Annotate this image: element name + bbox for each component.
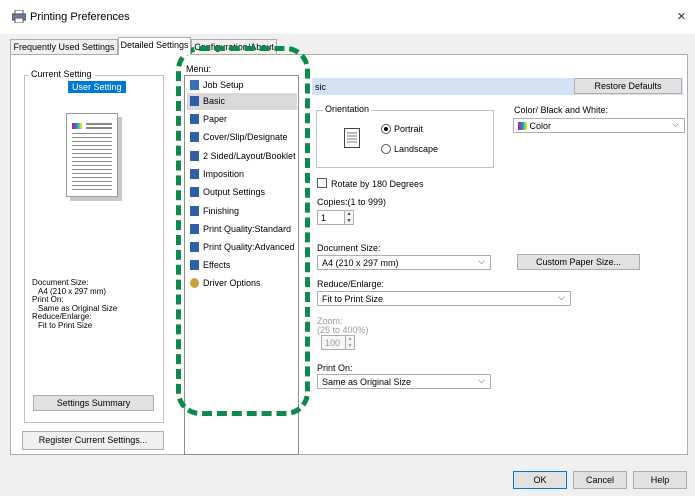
rotate-180-checkbox[interactable] — [317, 178, 327, 188]
portrait-page-icon — [344, 128, 360, 148]
printer-icon — [12, 10, 26, 23]
color-bw-label: Color/ Black and White: — [514, 105, 609, 115]
ok-button[interactable]: OK — [513, 471, 567, 489]
summary-reduce-value: Fit to Print Size — [38, 320, 93, 330]
chevron-down-icon: ⌵ — [478, 375, 485, 385]
orientation-group — [316, 110, 494, 168]
chevron-down-icon: ⌵ — [558, 292, 565, 302]
tab-frequently-used[interactable]: Frequently Used Settings — [10, 39, 118, 54]
cancel-button[interactable]: Cancel — [573, 471, 627, 489]
register-current-settings-button[interactable]: Register Current Settings... — [22, 431, 164, 450]
close-icon[interactable]: × — [677, 8, 686, 25]
color-select[interactable]: Color ⌵ — [513, 118, 685, 133]
document-preview-icon — [66, 113, 124, 201]
color-icon — [518, 122, 527, 130]
help-button[interactable]: Help — [633, 471, 687, 489]
copies-label: Copies:(1 to 999) — [317, 197, 387, 207]
current-setting-label: Current Setting — [29, 69, 94, 79]
document-size-select[interactable]: A4 (210 x 297 mm) ⌵ — [317, 255, 491, 270]
color-value: Color — [529, 121, 552, 131]
basic-header-label: sic — [315, 82, 326, 92]
window-title: Printing Preferences — [30, 11, 130, 23]
zoom-spinner[interactable]: ▲ ▼ — [345, 335, 355, 350]
tab-detailed-settings[interactable]: Detailed Settings — [118, 37, 191, 55]
landscape-radio[interactable] — [381, 144, 391, 154]
portrait-label: Portrait — [394, 124, 424, 134]
orientation-label: Orientation — [323, 104, 372, 114]
user-setting-item[interactable]: User Setting — [68, 81, 126, 93]
reduce-enlarge-select[interactable]: Fit to Print Size ⌵ — [317, 291, 571, 306]
custom-paper-size-button[interactable]: Custom Paper Size... — [517, 254, 640, 270]
current-setting-list[interactable]: User Setting — [30, 81, 158, 94]
document-size-value: A4 (210 x 297 mm) — [322, 258, 399, 268]
print-on-select[interactable]: Same as Original Size ⌵ — [317, 374, 491, 389]
chevron-down-icon: ⌵ — [672, 119, 679, 129]
highlight-dashed-outline — [176, 46, 310, 416]
print-on-label: Print On: — [317, 363, 353, 373]
reduce-enlarge-label: Reduce/Enlarge: — [317, 279, 385, 289]
rotate-180-label: Rotate by 180 Degrees — [331, 179, 424, 189]
settings-summary-text: Document Size: A4 (210 x 297 mm) Print O… — [32, 278, 117, 330]
portrait-radio[interactable] — [381, 124, 391, 134]
document-size-label: Document Size: — [317, 243, 381, 253]
copies-spinner[interactable]: ▲ ▼ — [344, 210, 354, 225]
reduce-enlarge-value: Fit to Print Size — [322, 294, 384, 304]
settings-summary-button[interactable]: Settings Summary — [33, 395, 154, 411]
landscape-label: Landscape — [394, 144, 439, 154]
copies-input[interactable]: 1 — [317, 210, 345, 225]
zoom-range-label: (25 to 400%) — [317, 325, 369, 335]
chevron-down-icon: ⌵ — [478, 256, 485, 266]
restore-defaults-button[interactable]: Restore Defaults — [574, 78, 682, 94]
print-on-value: Same as Original Size — [322, 377, 412, 387]
